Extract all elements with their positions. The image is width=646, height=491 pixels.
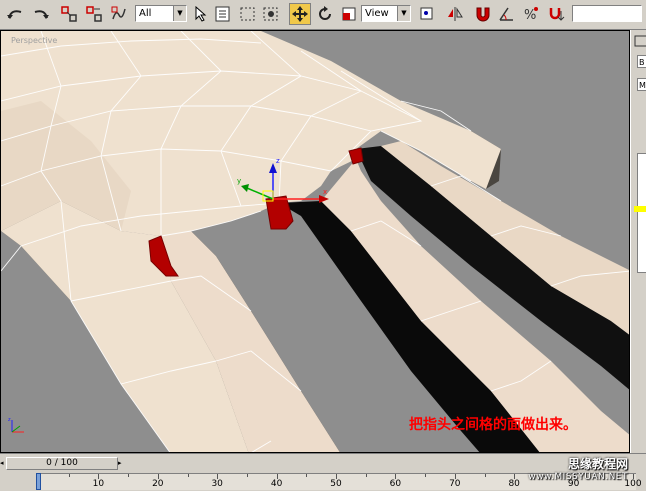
svg-text:z: z (276, 157, 280, 165)
chevron-right-icon[interactable]: ▸ (118, 457, 126, 470)
perspective-viewport[interactable]: z x y Perspective 把指头之间格的面做出来。 z (0, 30, 630, 453)
ruler-tick-label: 60 (389, 479, 402, 489)
ruler-tick (187, 474, 189, 477)
ruler-tick (246, 474, 248, 477)
current-frame-marker[interactable] (36, 473, 41, 490)
snap-icon[interactable] (472, 3, 494, 25)
selected-face[interactable] (348, 147, 364, 165)
axis-tripod-icon: z (6, 416, 28, 442)
panel-tabs-icon[interactable] (633, 32, 646, 52)
redo-icon[interactable] (30, 3, 52, 25)
ruler-tick (425, 474, 427, 477)
svg-text:y: y (237, 177, 241, 185)
modifier-list-field[interactable]: M (637, 78, 646, 91)
ruler-tick (365, 474, 367, 477)
ruler-tick (128, 474, 130, 477)
ruler-tick-label: 70 (449, 479, 461, 489)
watermark-title: 思缘教程网 (567, 457, 628, 471)
svg-text:z: z (8, 417, 11, 423)
svg-text:x: x (323, 188, 327, 196)
name-field[interactable]: B (637, 55, 646, 68)
command-panel: B M (630, 30, 646, 453)
stack-selection-highlight (634, 206, 646, 212)
viewport-label[interactable]: Perspective (11, 36, 57, 45)
time-slider[interactable]: 0 / 100 (6, 457, 118, 470)
hand-mesh: z x y (1, 31, 629, 452)
watermark: 思缘教程网 www.MISSYUAN.NET (528, 458, 628, 484)
ruler-tick (484, 474, 486, 477)
rotate-icon[interactable] (314, 3, 336, 25)
bind-space-warp-icon[interactable] (108, 3, 130, 25)
chevron-down-icon: ▼ (397, 6, 410, 21)
ruler-tick-label: 80 (508, 479, 520, 489)
mirror-icon[interactable] (444, 3, 466, 25)
angle-snap-icon[interactable] (496, 3, 518, 25)
ruler-tick-label: 50 (330, 479, 342, 489)
move-icon[interactable] (289, 3, 311, 25)
unlink-icon[interactable] (83, 3, 105, 25)
window-crossing-icon[interactable] (260, 3, 282, 25)
ruler-tick-label: 10 (92, 479, 105, 489)
ruler-tick (68, 474, 70, 477)
modifier-stack[interactable] (637, 153, 646, 273)
scale-icon[interactable] (338, 3, 360, 25)
reference-coord-dropdown[interactable]: View ▼ (361, 5, 411, 22)
ruler-tick (306, 474, 308, 477)
percent-snap-icon[interactable]: % (520, 3, 542, 25)
select-by-name-icon[interactable] (212, 3, 234, 25)
rectangular-selection-icon[interactable] (237, 3, 259, 25)
reference-coord-value: View (365, 8, 389, 19)
selection-filter-dropdown[interactable]: All ▼ (135, 5, 187, 22)
annotation-text: 把指头之间格的面做出来。 (409, 417, 577, 433)
watermark-url: www.MISSYUAN.NET (528, 472, 628, 482)
link-icon[interactable] (58, 3, 80, 25)
ruler-tick-label: 30 (211, 479, 223, 489)
ruler-tick-label: 20 (152, 479, 164, 489)
pivot-icon[interactable] (416, 3, 438, 25)
ruler-tick-label: 40 (270, 479, 283, 489)
select-object-icon[interactable] (190, 3, 212, 25)
selection-filter-value: All (139, 8, 152, 19)
named-selection-set-input[interactable] (572, 5, 642, 22)
chevron-down-icon: ▼ (173, 6, 186, 21)
spinner-snap-icon[interactable] (545, 3, 567, 25)
main-toolbar: All ▼ View ▼ % (0, 0, 646, 30)
undo-icon[interactable] (4, 3, 26, 25)
